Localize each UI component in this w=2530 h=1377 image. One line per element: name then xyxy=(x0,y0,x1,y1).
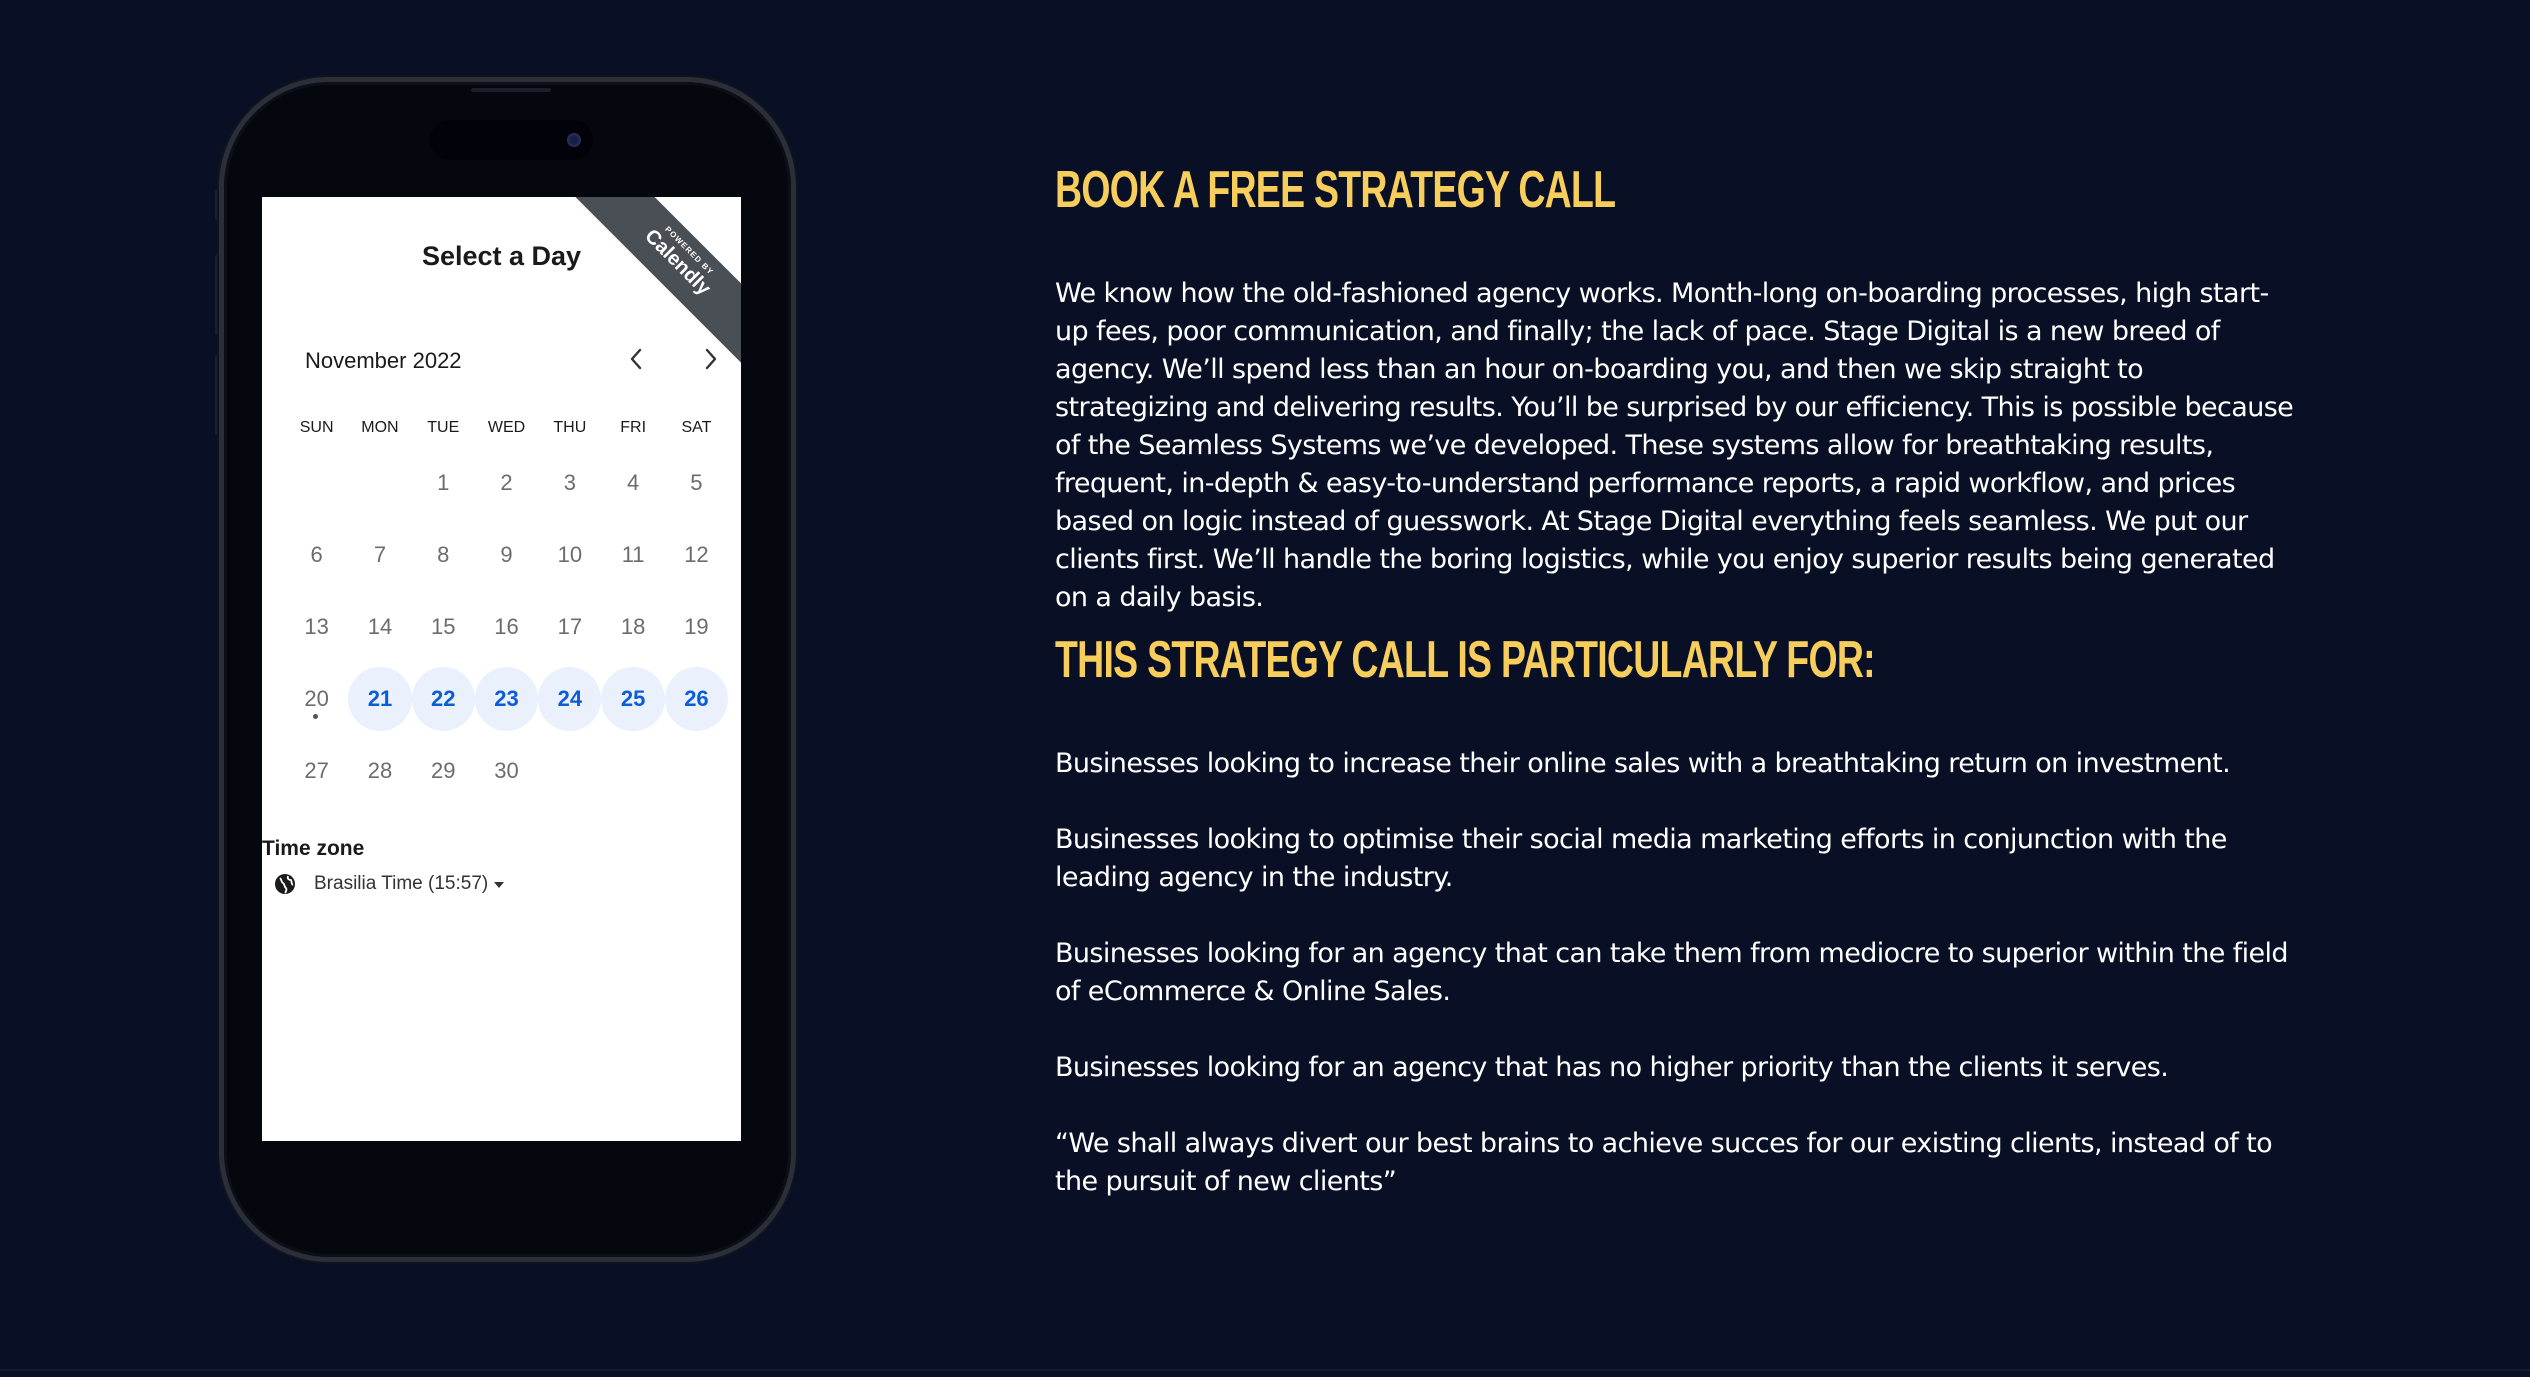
calendar-day-number: 16 xyxy=(494,614,519,639)
calendar-empty-cell xyxy=(348,447,411,519)
calendar-day-unavailable: 28 xyxy=(348,735,411,807)
weekday-thu: THU xyxy=(553,419,587,436)
calendar-day-available[interactable]: 22 xyxy=(411,663,475,735)
previous-month-button[interactable] xyxy=(616,339,656,379)
calendar-day-number: 2 xyxy=(500,470,513,495)
weekday-header: SUN MON TUE WED THU FRI SAT xyxy=(285,419,728,437)
calendar-day-number: 3 xyxy=(563,470,576,495)
calendar-day-number: 25 xyxy=(601,667,665,731)
calendar-empty-cell xyxy=(601,735,664,807)
weekday-mon: MON xyxy=(361,419,399,436)
calendar-day-unavailable: 18 xyxy=(601,591,664,663)
audience-item-3: Businesses looking for an agency that ca… xyxy=(1055,938,2289,1007)
calendar-empty-cell xyxy=(538,735,601,807)
calendar-day-unavailable: 6 xyxy=(285,519,348,591)
audience-item-2: Businesses looking to optimise their soc… xyxy=(1055,824,2227,893)
calendar-day-unavailable: 4 xyxy=(601,447,664,519)
calendar-day-unavailable: 10 xyxy=(538,519,601,591)
intro-paragraph: We know how the old-fashioned agency wor… xyxy=(1055,278,2294,613)
calendar-day-number: 28 xyxy=(367,758,393,783)
calendar-day-unavailable: 17 xyxy=(538,591,601,663)
calendar-day-number: 8 xyxy=(437,542,450,567)
heading-book-call: BOOK A FREE STRATEGY CALL xyxy=(1055,161,1616,219)
calendar-day-unavailable: 5 xyxy=(665,447,728,519)
calendar-day-number: 6 xyxy=(310,542,323,567)
caret-down-icon xyxy=(494,882,505,888)
calendar-day-number: 15 xyxy=(431,614,456,639)
calendar-day-unavailable: 14 xyxy=(348,591,411,663)
weekday-fri: FRI xyxy=(620,419,647,436)
calendar-day-available[interactable]: 26 xyxy=(664,663,729,735)
calendar-day-unavailable: 16 xyxy=(475,591,538,663)
chevron-right-icon xyxy=(705,348,717,370)
calendar-day-unavailable: 19 xyxy=(665,591,728,663)
month-label: November 2022 xyxy=(305,348,462,373)
calendar-day-unavailable: 2 xyxy=(475,447,538,519)
calendar-day-number: 22 xyxy=(411,667,475,731)
calendar-day-unavailable: 30 xyxy=(475,735,538,807)
calendar-day-number: 17 xyxy=(557,614,583,639)
calendar-day-number: 1 xyxy=(437,470,450,495)
camera-icon xyxy=(567,133,581,147)
calendar-day-number: 26 xyxy=(664,667,729,731)
calendar-day-number: 9 xyxy=(500,542,513,567)
timezone-selector[interactable]: Brasilia Time (15:57) xyxy=(274,873,505,895)
calendar-day-available[interactable]: 24 xyxy=(538,663,602,735)
globe-icon xyxy=(275,874,295,894)
calendar-day-number: 20 xyxy=(304,686,329,711)
calendar-day-number: 11 xyxy=(621,542,645,567)
calendar-day-available[interactable]: 23 xyxy=(474,663,539,735)
calendar-day-number: 24 xyxy=(538,667,602,731)
calendar-grid: 1 2 3 4 5 6 7 8 9 10 11 12 13 14 15 16 17 18 19 20 21 22 23 24 2… xyxy=(285,447,729,807)
calendar-day-number: 21 xyxy=(348,667,412,731)
section-divider xyxy=(0,1369,2530,1371)
today-indicator xyxy=(312,714,318,719)
weekday-sun: SUN xyxy=(299,419,334,436)
weekday-tue: TUE xyxy=(427,419,460,436)
phone-speaker xyxy=(471,88,551,92)
heading-particularly-for: THIS STRATEGY CALL IS PARTICULARLY FOR: xyxy=(1055,631,1876,689)
calendar-day-number: 29 xyxy=(431,758,456,783)
weekday-sat: SAT xyxy=(681,419,712,436)
timezone-value: Brasilia Time (15:57) xyxy=(314,873,489,894)
calendly-scheduler: POWERED BY Calendly Select a Day Novembe… xyxy=(262,197,741,1141)
calendar-day-number: 10 xyxy=(557,542,583,567)
calendar-day-unavailable: 11 xyxy=(601,519,664,591)
next-month-button[interactable] xyxy=(691,339,731,379)
calendar-day-number: 27 xyxy=(304,758,329,783)
timezone-label: Time zone xyxy=(262,837,365,860)
calendar-empty-cell xyxy=(665,735,728,807)
calendar-day-unavailable: 27 xyxy=(285,735,348,807)
calendar-day-unavailable: 15 xyxy=(412,591,475,663)
calendar-day-unavailable: 7 xyxy=(348,519,411,591)
quote-text: “We shall always divert our best brains … xyxy=(1055,1128,2273,1197)
calendar-day-unavailable: 13 xyxy=(285,591,348,663)
calendar-day-number: 18 xyxy=(620,614,646,639)
calendar-day-number: 19 xyxy=(684,614,709,639)
calendar-day-unavailable: 9 xyxy=(475,519,538,591)
calendar-day-number: 12 xyxy=(684,542,709,567)
calendar-day-unavailable: 29 xyxy=(412,735,475,807)
chevron-left-icon xyxy=(630,348,642,370)
calendar-day-number: 4 xyxy=(627,470,640,495)
calendar-day-unavailable: 12 xyxy=(665,519,728,591)
calendar-day-number: 14 xyxy=(367,614,393,639)
audience-item-4: Businesses looking for an agency that ha… xyxy=(1055,1052,2169,1083)
calendar-day-number: 23 xyxy=(474,667,539,731)
select-day-title: Select a Day xyxy=(421,241,582,271)
calendar-day-unavailable: 8 xyxy=(412,519,475,591)
weekday-wed: WED xyxy=(487,419,526,436)
calendar-day-number: 30 xyxy=(494,758,519,783)
phone-dynamic-island xyxy=(430,120,593,160)
calendar-day-unavailable: 20 xyxy=(285,663,348,735)
calendar-day-unavailable: 1 xyxy=(412,447,475,519)
audience-item-1: Businesses looking to increase their onl… xyxy=(1055,748,2231,779)
calendar-day-available[interactable]: 25 xyxy=(601,663,665,735)
calendar-day-number: 13 xyxy=(304,614,329,639)
calendar-day-unavailable: 3 xyxy=(538,447,601,519)
calendar-day-number: 5 xyxy=(690,470,703,495)
calendar-empty-cell xyxy=(285,447,348,519)
calendar-day-number: 7 xyxy=(373,542,387,567)
calendar-day-available[interactable]: 21 xyxy=(348,663,412,735)
